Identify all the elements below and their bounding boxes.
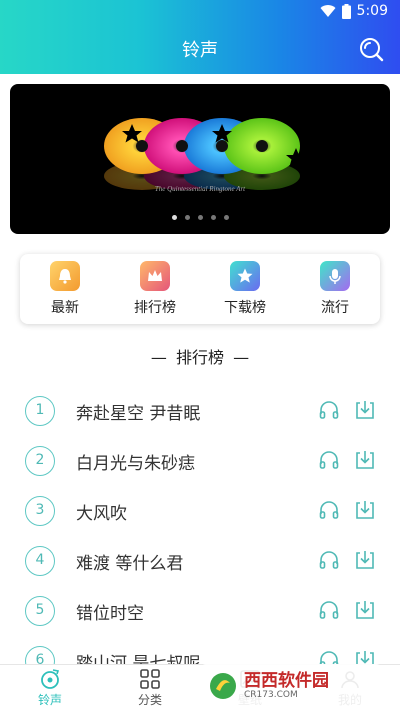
tab-ringtones[interactable]: 铃声 xyxy=(15,665,85,708)
tab-label: 铃声 xyxy=(37,693,62,707)
carousel-dot[interactable] xyxy=(171,215,177,220)
status-bar: 5:09 xyxy=(0,0,400,24)
bell-icon xyxy=(50,261,80,291)
app-header: 5:09 铃声 xyxy=(0,0,400,74)
category-label: 流行 xyxy=(321,300,349,316)
category-latest[interactable]: 最新 xyxy=(30,261,100,317)
grid-icon xyxy=(140,669,160,689)
song-title: 白月光与朱砂痣 xyxy=(76,454,195,474)
download-icon[interactable] xyxy=(354,549,376,571)
search-icon[interactable] xyxy=(358,36,384,62)
carousel-dot[interactable] xyxy=(184,215,190,220)
category-label: 排行榜 xyxy=(134,300,176,316)
star-icon xyxy=(230,261,260,291)
headphones-icon[interactable] xyxy=(318,399,340,421)
banner-image: The Quintessential Ringtone Art xyxy=(104,118,306,193)
rank-number: 4 xyxy=(25,546,55,576)
crown-icon xyxy=(140,261,170,291)
rank-number: 3 xyxy=(25,496,55,526)
download-icon[interactable] xyxy=(354,449,376,471)
banner-carousel[interactable]: The Quintessential Ringtone Art xyxy=(10,84,390,234)
microphone-icon xyxy=(320,261,350,291)
headphones-icon[interactable] xyxy=(318,499,340,521)
rank-number: 2 xyxy=(25,446,55,476)
status-icons: 5:09 xyxy=(320,3,388,19)
watermark: 西西软件园 CR173.COM xyxy=(200,664,382,708)
category-shortcuts: 最新 排行榜 下载榜 流行 xyxy=(20,254,380,324)
headphones-icon[interactable] xyxy=(318,449,340,471)
download-icon[interactable] xyxy=(354,399,376,421)
download-icon[interactable] xyxy=(354,499,376,521)
song-title: 奔赴星空 尹昔眠 xyxy=(76,404,201,424)
watermark-url: CR173.COM xyxy=(244,689,298,700)
category-label: 下载榜 xyxy=(224,300,266,316)
song-title: 难渡 等什么君 xyxy=(76,554,184,574)
wifi-icon xyxy=(320,5,336,18)
list-item[interactable]: 3 大风吹 xyxy=(0,486,400,536)
ringtone-ranking-list: 1 奔赴星空 尹昔眠 2 白月光与朱砂痣 3 大风吹 4 难渡 等什么君 5 错… xyxy=(0,386,400,686)
rank-number: 5 xyxy=(25,596,55,626)
section-title: — 排行榜 — xyxy=(150,348,250,367)
carousel-indicators[interactable] xyxy=(10,215,390,220)
headphones-icon[interactable] xyxy=(318,549,340,571)
download-icon[interactable] xyxy=(354,599,376,621)
carousel-dot[interactable] xyxy=(197,215,203,220)
watermark-text: 西西软件园 CR173.COM xyxy=(244,670,329,700)
section-title-text: 排行榜 xyxy=(175,348,224,367)
music-disc-icon xyxy=(41,669,60,689)
category-downloads[interactable]: 下载榜 xyxy=(210,261,280,317)
list-item[interactable]: 4 难渡 等什么君 xyxy=(0,536,400,586)
category-label: 最新 xyxy=(51,300,79,316)
battery-icon xyxy=(341,3,351,19)
page-title: 铃声 xyxy=(182,40,218,61)
carousel-dot[interactable] xyxy=(210,215,216,220)
rank-number: 1 xyxy=(25,396,55,426)
headphones-icon[interactable] xyxy=(318,599,340,621)
list-item[interactable]: 1 奔赴星空 尹昔眠 xyxy=(0,386,400,436)
song-title: 错位时空 xyxy=(76,604,144,624)
list-item[interactable]: 2 白月光与朱砂痣 xyxy=(0,436,400,486)
carousel-dot[interactable] xyxy=(223,215,229,220)
banner-caption: The Quintessential Ringtone Art xyxy=(155,185,246,193)
tab-label: 分类 xyxy=(137,693,162,707)
watermark-logo xyxy=(210,673,236,699)
title-bar: 铃声 xyxy=(0,24,400,74)
category-popular[interactable]: 流行 xyxy=(300,261,370,317)
status-time: 5:09 xyxy=(356,3,388,19)
tab-categories[interactable]: 分类 xyxy=(115,665,185,708)
category-ranking[interactable]: 排行榜 xyxy=(120,261,190,317)
song-title: 大风吹 xyxy=(76,504,127,524)
list-item[interactable]: 5 错位时空 xyxy=(0,586,400,636)
watermark-brand: 西西软件园 xyxy=(244,670,329,691)
